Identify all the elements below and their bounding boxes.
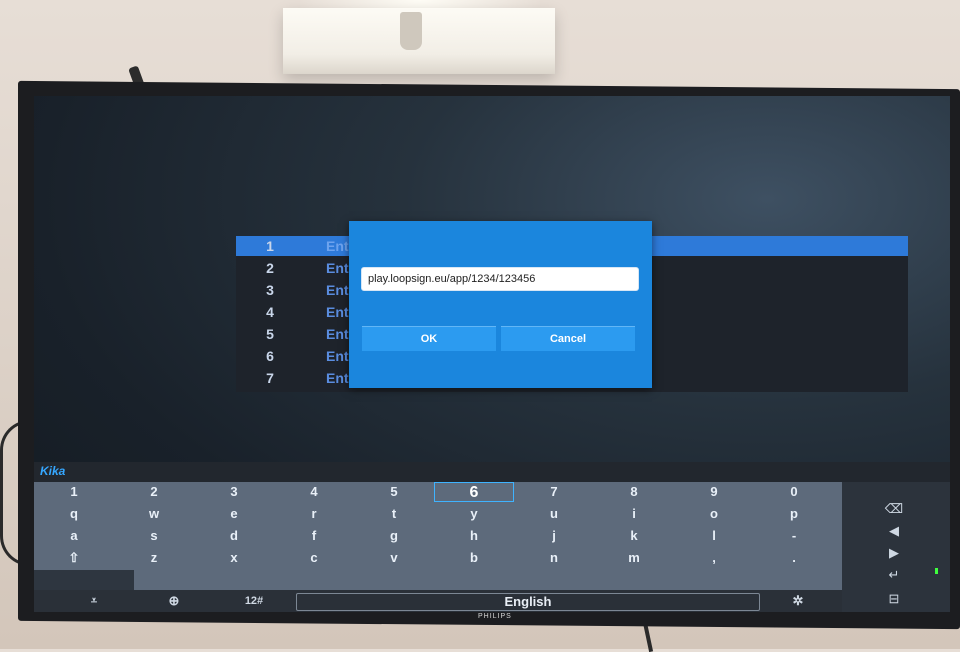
key-o[interactable]: o <box>674 504 754 524</box>
cursor-left-icon[interactable]: ◀ <box>874 522 914 540</box>
list-item-number: 7 <box>266 370 274 386</box>
key-4[interactable]: 4 <box>274 482 354 502</box>
settings-icon[interactable]: ✲ <box>778 590 818 612</box>
key-s[interactable]: s <box>114 526 194 546</box>
key-1[interactable]: 1 <box>34 482 114 502</box>
key-l[interactable]: l <box>674 526 754 546</box>
key-area: 1 2 3 4 5 6 7 8 9 0 q w e r t y u i o p a s d f g h j k l - ⇧ z x c v b n m,. <box>34 482 842 590</box>
url-dialog: play.loopsign.eu/app/1234/123456 OK Canc… <box>349 221 652 388</box>
key-e[interactable]: e <box>194 504 274 524</box>
tv-brand-logo: PHILIPS <box>478 613 512 620</box>
list-item-number: 1 <box>266 238 274 254</box>
list-item[interactable]: 6 Ente <box>260 346 356 366</box>
shift-key-background <box>34 570 134 590</box>
list-item[interactable]: 2 Ente <box>260 258 356 278</box>
list-item[interactable]: 1 Ente <box>260 236 356 256</box>
collapse-keyboard-icon[interactable]: ⩡ <box>74 590 114 612</box>
list-item-number: 3 <box>266 282 274 298</box>
key-c[interactable]: c <box>274 548 354 568</box>
enter-icon[interactable]: ↵ <box>874 566 914 584</box>
key-t[interactable]: t <box>354 504 434 524</box>
key-w[interactable]: w <box>114 504 194 524</box>
key-x[interactable]: x <box>194 548 274 568</box>
list-item-number: 6 <box>266 348 274 364</box>
keyboard-side-controls: ⌫ ◀ ▶ ↵ ⊟ <box>842 482 950 612</box>
key-a[interactable]: a <box>34 526 114 546</box>
key-z[interactable]: z <box>114 548 194 568</box>
key-,[interactable]: , <box>674 548 754 568</box>
cursor-right-icon[interactable]: ▶ <box>874 544 914 562</box>
ok-button[interactable]: OK <box>362 326 496 351</box>
list-item[interactable]: 5 Ente <box>260 324 356 344</box>
key-7[interactable]: 7 <box>514 482 594 502</box>
key-u[interactable]: u <box>514 504 594 524</box>
key-j[interactable]: j <box>514 526 594 546</box>
key-m[interactable]: m <box>594 548 674 568</box>
url-input[interactable]: play.loopsign.eu/app/1234/123456 <box>361 267 639 291</box>
key-5[interactable]: 5 <box>354 482 434 502</box>
key-b[interactable]: b <box>434 548 514 568</box>
list-item-number: 5 <box>266 326 274 342</box>
list-item-number: 2 <box>266 260 274 276</box>
numbers-key[interactable]: 12# <box>234 590 274 612</box>
list-item[interactable]: 3 Ente <box>260 280 356 300</box>
key-k[interactable]: k <box>594 526 674 546</box>
key-g[interactable]: g <box>354 526 434 546</box>
key-3[interactable]: 3 <box>194 482 274 502</box>
globe-icon[interactable]: ⊕ <box>154 590 194 612</box>
keyboard-header: Kika <box>34 462 950 482</box>
key-8[interactable]: 8 <box>594 482 674 502</box>
backspace-icon[interactable]: ⌫ <box>874 500 914 518</box>
key-i[interactable]: i <box>594 504 674 524</box>
key-v[interactable]: v <box>354 548 434 568</box>
key-p[interactable]: p <box>754 504 834 524</box>
tv-screen: 1 Ente 2 Ente 3 Ente 4 Ente 5 Ente 6 Ente 7 Ent… <box>34 96 950 612</box>
cancel-button[interactable]: Cancel <box>501 326 635 351</box>
kika-logo: Kika <box>40 464 66 478</box>
key-h[interactable]: h <box>434 526 514 546</box>
key-9[interactable]: 9 <box>674 482 754 502</box>
key-.[interactable]: . <box>754 548 834 568</box>
key--[interactable]: - <box>754 526 834 546</box>
key-0[interactable]: 0 <box>754 482 834 502</box>
space-key[interactable]: English <box>296 593 760 611</box>
key-shift[interactable]: ⇧ <box>34 548 114 568</box>
key-n[interactable]: n <box>514 548 594 568</box>
key-6[interactable]: 6 <box>434 482 514 502</box>
keyboard-bottom-row: ⩡ ⊕ 12# English ✲ <box>34 590 842 612</box>
list-item-number: 4 <box>266 304 274 320</box>
key-q[interactable]: q <box>34 504 114 524</box>
lamp-bracket <box>400 12 422 50</box>
key-2[interactable]: 2 <box>114 482 194 502</box>
list-item[interactable]: 4 Ente <box>260 302 356 322</box>
key-r[interactable]: r <box>274 504 354 524</box>
list-item[interactable]: 7 Ente <box>260 368 356 388</box>
emoji-icon[interactable]: ⊟ <box>874 590 914 608</box>
key-f[interactable]: f <box>274 526 354 546</box>
power-led <box>935 568 938 574</box>
key-d[interactable]: d <box>194 526 274 546</box>
on-screen-keyboard: 1 2 3 4 5 6 7 8 9 0 q w e r t y u i o p a s d f g h j k l - ⇧ z x c v b n m,.… <box>34 482 950 612</box>
key-y[interactable]: y <box>434 504 514 524</box>
